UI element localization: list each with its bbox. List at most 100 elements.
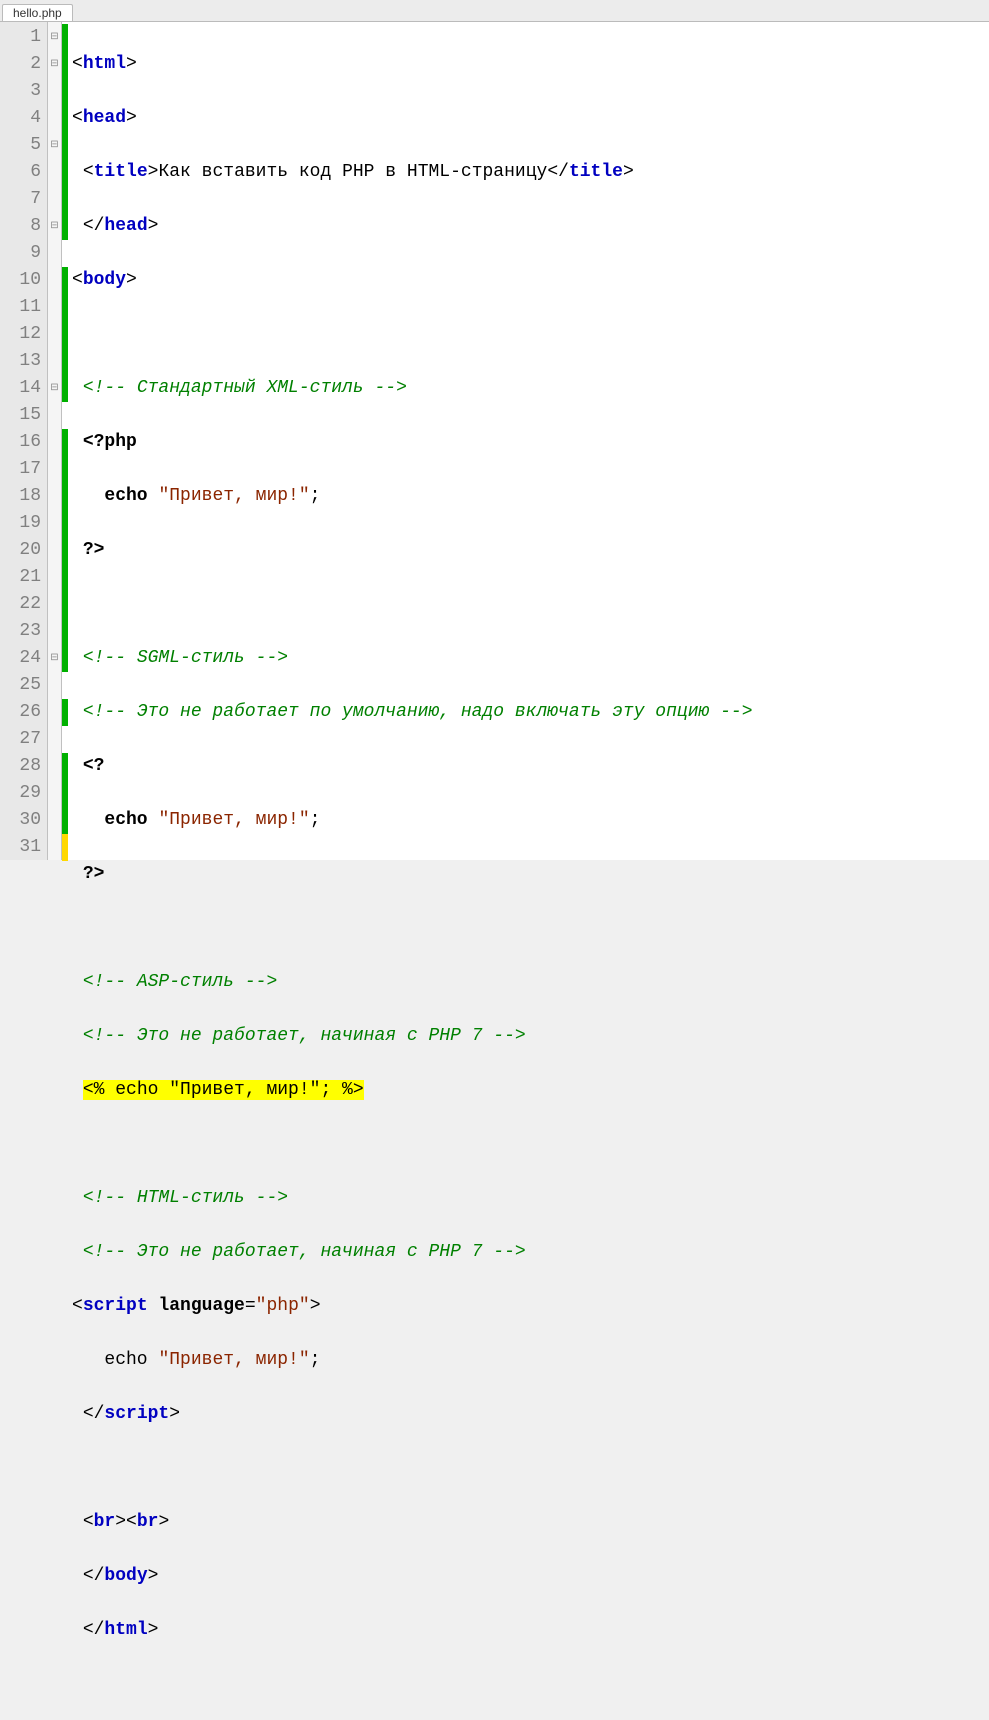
fold-spacer <box>48 78 61 105</box>
code-line: <% echo "Привет, мир!"; %> <box>72 1077 753 1104</box>
line-number: 2 <box>8 51 41 78</box>
line-number: 8 <box>8 213 41 240</box>
fold-toggle-icon[interactable]: ⊟ <box>48 375 61 402</box>
line-number: 9 <box>8 240 41 267</box>
fold-spacer <box>48 105 61 132</box>
code-line: <!-- HTML-стиль --> <box>72 1185 753 1212</box>
line-number: 28 <box>8 753 41 780</box>
fold-spacer <box>48 537 61 564</box>
line-number: 17 <box>8 456 41 483</box>
line-number: 4 <box>8 105 41 132</box>
line-number: 13 <box>8 348 41 375</box>
code-area[interactable]: <html> <head> <title>Как вставить код PH… <box>68 22 757 860</box>
line-number: 16 <box>8 429 41 456</box>
code-line: <body> <box>72 267 753 294</box>
fold-spacer <box>48 618 61 645</box>
fold-toggle-icon[interactable]: ⊟ <box>48 132 61 159</box>
code-line: <!-- Это не работает по умолчанию, надо … <box>72 699 753 726</box>
code-line: echo "Привет, мир!"; <box>72 1347 753 1374</box>
code-line: <!-- Это не работает, начиная с PHP 7 --… <box>72 1023 753 1050</box>
fold-toggle-icon[interactable]: ⊟ <box>48 213 61 240</box>
line-number: 5 <box>8 132 41 159</box>
line-number: 3 <box>8 78 41 105</box>
code-line: <!-- Стандартный XML-стиль --> <box>72 375 753 402</box>
fold-spacer <box>48 348 61 375</box>
code-line: <script language="php"> <box>72 1293 753 1320</box>
fold-spacer <box>48 456 61 483</box>
code-line: <? <box>72 753 753 780</box>
line-number: 12 <box>8 321 41 348</box>
fold-spacer <box>48 699 61 726</box>
code-line <box>72 1131 753 1158</box>
fold-column: ⊟⊟⊟⊟⊟⊟ <box>48 22 62 860</box>
fold-spacer <box>48 159 61 186</box>
code-line: ?> <box>72 537 753 564</box>
line-number: 14 <box>8 375 41 402</box>
fold-spacer <box>48 591 61 618</box>
file-tab[interactable]: hello.php <box>2 4 73 21</box>
code-line: </html> <box>72 1617 753 1644</box>
line-number: 24 <box>8 645 41 672</box>
fold-spacer <box>48 294 61 321</box>
line-number: 29 <box>8 780 41 807</box>
code-line <box>72 1671 753 1698</box>
line-number: 22 <box>8 591 41 618</box>
code-line <box>72 1455 753 1482</box>
fold-spacer <box>48 780 61 807</box>
fold-spacer <box>48 510 61 537</box>
line-number: 11 <box>8 294 41 321</box>
code-line: <?php <box>72 429 753 456</box>
fold-spacer <box>48 186 61 213</box>
fold-toggle-icon[interactable]: ⊟ <box>48 645 61 672</box>
code-line: <!-- Это не работает, начиная с PHP 7 --… <box>72 1239 753 1266</box>
fold-spacer <box>48 240 61 267</box>
fold-spacer <box>48 564 61 591</box>
line-number: 19 <box>8 510 41 537</box>
code-line: <br><br> <box>72 1509 753 1536</box>
line-number: 10 <box>8 267 41 294</box>
line-number: 7 <box>8 186 41 213</box>
code-line: </script> <box>72 1401 753 1428</box>
code-line: echo "Привет, мир!"; <box>72 483 753 510</box>
line-number: 27 <box>8 726 41 753</box>
line-number: 26 <box>8 699 41 726</box>
line-number: 23 <box>8 618 41 645</box>
gutter: 1234567891011121314151617181920212223242… <box>0 22 48 860</box>
highlighted-code: <% echo "Привет, мир!"; %> <box>83 1080 364 1100</box>
line-number: 1 <box>8 24 41 51</box>
fold-spacer <box>48 672 61 699</box>
fold-spacer <box>48 483 61 510</box>
code-line: </head> <box>72 213 753 240</box>
code-line: <title>Как вставить код PHP в HTML-стран… <box>72 159 753 186</box>
fold-spacer <box>48 429 61 456</box>
line-number: 20 <box>8 537 41 564</box>
tab-bar: hello.php <box>0 0 989 22</box>
line-number: 25 <box>8 672 41 699</box>
code-line: <head> <box>72 105 753 132</box>
fold-toggle-icon[interactable]: ⊟ <box>48 24 61 51</box>
editor: 1234567891011121314151617181920212223242… <box>0 22 989 860</box>
fold-spacer <box>48 267 61 294</box>
fold-spacer <box>48 834 61 861</box>
line-number: 21 <box>8 564 41 591</box>
fold-spacer <box>48 753 61 780</box>
line-number: 6 <box>8 159 41 186</box>
code-line: </body> <box>72 1563 753 1590</box>
code-line: <html> <box>72 51 753 78</box>
line-number: 31 <box>8 834 41 861</box>
code-line <box>72 591 753 618</box>
code-line: <!-- ASP-стиль --> <box>72 969 753 996</box>
fold-spacer <box>48 807 61 834</box>
line-number: 15 <box>8 402 41 429</box>
fold-toggle-icon[interactable]: ⊟ <box>48 51 61 78</box>
code-line: echo "Привет, мир!"; <box>72 807 753 834</box>
fold-spacer <box>48 726 61 753</box>
code-line <box>72 321 753 348</box>
fold-spacer <box>48 321 61 348</box>
line-number: 18 <box>8 483 41 510</box>
code-line: ?> <box>72 861 753 888</box>
line-number: 30 <box>8 807 41 834</box>
fold-spacer <box>48 402 61 429</box>
code-line <box>72 915 753 942</box>
code-line: <!-- SGML-стиль --> <box>72 645 753 672</box>
